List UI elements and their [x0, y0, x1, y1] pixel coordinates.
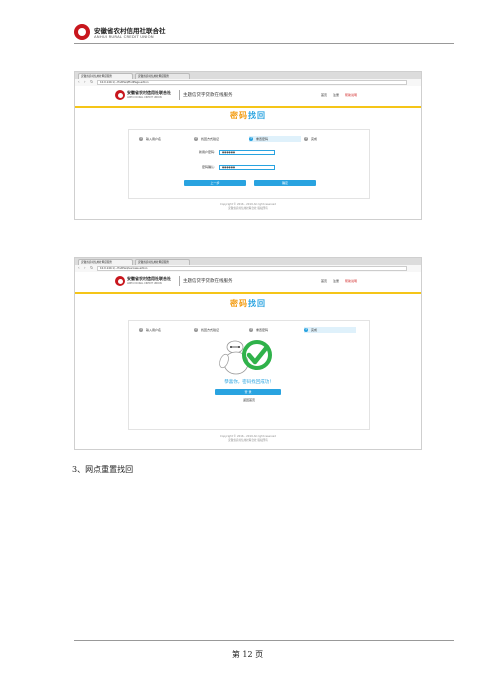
check-icon — [242, 340, 272, 370]
step-1: 1 输入用户名 — [139, 137, 162, 141]
screenshot-reset-password: 安徽省农村信用社网贷服务 安徽省农村信用社网贷服务 ‹ › ↻ 10.0.140… — [74, 71, 422, 220]
register-link[interactable]: 注册 — [333, 93, 339, 97]
home-link[interactable]: 首页 — [321, 93, 327, 97]
step-indicator: 1 输入用户名 2 找回方式验证 3 重置密码 4 完成 — [139, 136, 359, 142]
site-subtitle: 主题信贷字贷款在线服务 — [183, 279, 233, 284]
confirm-button[interactable]: 确定 — [254, 180, 316, 186]
forward-icon[interactable]: › — [84, 266, 88, 270]
title-part-b: 找回 — [248, 299, 266, 308]
title-part-b: 找回 — [248, 111, 266, 120]
header-separator — [179, 90, 180, 100]
success-mascot-check-icon — [219, 340, 272, 375]
section-title: 3、网点重置找回 — [72, 465, 134, 474]
confirm-password-label: 密码确认: — [201, 165, 215, 169]
step-2: 2 找回方式验证 — [194, 137, 220, 141]
new-password-input[interactable]: ●●●●●● — [219, 150, 275, 155]
success-panel: 1 输入用户名 2 找回方式验证 3 重置密码 4 完成 恭喜你，密码找回成功！ 登 录… — [128, 320, 370, 430]
new-password-label: 新用户密码: — [198, 150, 215, 154]
login-button[interactable]: 登 录 — [215, 389, 281, 395]
title-part-a: 密码 — [230, 111, 248, 120]
confirm-password-input[interactable]: ●●●●●● — [219, 165, 275, 170]
document-header: 安徽省农村信用社联合社 ANHUI RURAL CREDIT UNION — [74, 24, 454, 44]
password-recovery-title: 密码找回 — [75, 110, 421, 121]
step-2: 2 找回方式验证 — [194, 328, 220, 332]
header-links: 首页 注册 帮助说明 — [321, 93, 362, 97]
site-logo-icon[interactable] — [115, 276, 125, 286]
page-number: 第 12 页 — [231, 650, 264, 659]
copyright-owner: 安徽省农村信用社联合社 版权所有 — [228, 206, 268, 210]
back-icon[interactable]: ‹ — [78, 266, 82, 270]
copyright: Copyright © 2016 - 2019 All right reserv… — [75, 203, 421, 210]
step-indicator: 1 输入用户名 2 找回方式验证 3 重置密码 4 完成 — [139, 327, 359, 333]
step-3: 3 重置密码 — [249, 328, 269, 332]
back-home-link[interactable]: 返回首页 — [129, 398, 369, 402]
header-separator — [179, 276, 180, 286]
header-divider — [74, 43, 454, 44]
password-recovery-title: 密码找回 — [75, 298, 421, 309]
reload-icon[interactable]: ↻ — [90, 80, 94, 84]
site-logo-icon[interactable] — [115, 90, 125, 100]
reset-panel: 1 输入用户名 2 找回方式验证 3 重置密码 4 完成 新用户密码: ●●●●●● 密… — [128, 129, 370, 199]
browser-tabbar: 安徽省农村信用社网贷服务 安徽省农村信用社网贷服务 — [75, 258, 421, 265]
previous-step-button[interactable]: 上一步 — [184, 180, 246, 186]
step-1: 1 输入用户名 — [139, 328, 162, 332]
reload-icon[interactable]: ↻ — [90, 266, 94, 270]
back-icon[interactable]: ‹ — [78, 80, 82, 84]
browser-tabbar: 安徽省农村信用社网贷服务 安徽省农村信用社网贷服务 — [75, 72, 421, 79]
footer-divider — [74, 640, 454, 641]
home-link[interactable]: 首页 — [321, 279, 327, 283]
step-3: 3 重置密码 — [249, 136, 301, 142]
step-4: 4 完成 — [304, 327, 356, 333]
help-link[interactable]: 帮助说明 — [345, 279, 357, 283]
title-part-a: 密码 — [230, 299, 248, 308]
copyright-owner: 安徽省农村信用社联合社 版权所有 — [228, 438, 268, 442]
site-subtitle: 主题信贷字贷款在线服务 — [183, 93, 233, 98]
url-field[interactable]: 10.0.140.1/...findPwd/findPage.action — [97, 80, 407, 85]
site-brand-english: ANHUI RURAL CREDIT UNION — [127, 281, 162, 285]
register-link[interactable]: 注册 — [333, 279, 339, 283]
header-links: 首页 注册 帮助说明 — [321, 279, 362, 283]
help-link[interactable]: 帮助说明 — [345, 93, 357, 97]
rural-credit-logo-icon — [74, 24, 90, 40]
copyright: Copyright © 2016 - 2019 All right reserv… — [75, 435, 421, 442]
success-message: 恭喜你，密码找回成功！ — [224, 380, 274, 385]
step-4: 4 完成 — [304, 137, 318, 141]
url-field[interactable]: 10.0.140.1/...findPwd/success.action — [97, 266, 407, 271]
forward-icon[interactable]: › — [84, 80, 88, 84]
screenshot-reset-success: 安徽省农村信用社网贷服务 安徽省农村信用社网贷服务 ‹ › ↻ 10.0.140… — [74, 257, 422, 450]
site-brand-english: ANHUI RURAL CREDIT UNION — [127, 95, 162, 99]
site-header: 安徽省农村信用社联合社 ANHUI RURAL CREDIT UNION 主题信… — [75, 272, 421, 294]
site-header: 安徽省农村信用社联合社 ANHUI RURAL CREDIT UNION 主题信… — [75, 86, 421, 108]
document-brand-english: ANHUI RURAL CREDIT UNION — [94, 34, 154, 39]
